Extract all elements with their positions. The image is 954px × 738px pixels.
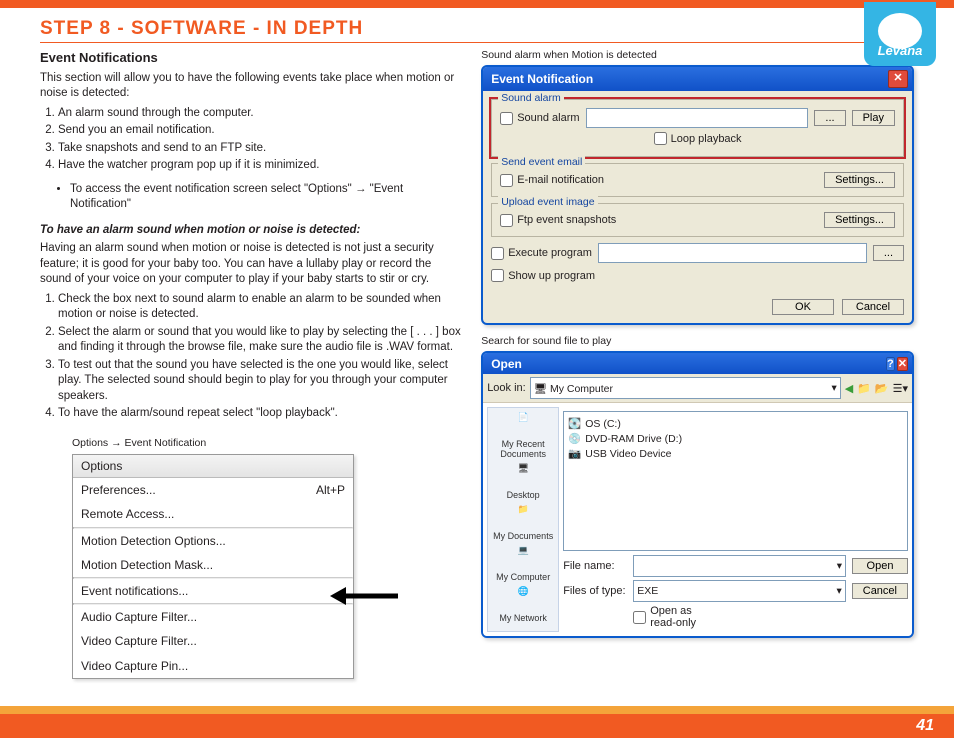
filename-label: File name: <box>563 560 627 572</box>
chevron-down-icon: ▾ <box>837 560 842 572</box>
email-settings-button[interactable]: Settings... <box>824 172 895 188</box>
file-list[interactable]: 💽OS (C:) 💿DVD-RAM Drive (D:) 📷USB Video … <box>563 411 908 551</box>
newfolder-icon[interactable]: 📂 <box>875 382 889 395</box>
list-item: An alarm sound through the computer. <box>58 106 463 122</box>
menu-item[interactable]: Remote Access... <box>73 502 353 526</box>
alarm-list: Check the box next to sound alarm to ena… <box>58 292 463 422</box>
list-item: Send you an email notification. <box>58 123 463 139</box>
execute-browse-button[interactable]: ... <box>873 245 904 261</box>
chevron-down-icon: ▾ <box>836 585 841 597</box>
alarm-heading: To have an alarm sound when motion or no… <box>40 223 463 239</box>
sound-path-input[interactable] <box>586 108 809 128</box>
list-item: Select the alarm or sound that you would… <box>58 325 463 356</box>
menu-item[interactable]: Video Capture Pin... <box>73 654 353 678</box>
chevron-down-icon: ▾ <box>831 382 836 394</box>
list-item: To test out that the sound you have sele… <box>58 358 463 405</box>
list-item: Check the box next to sound alarm to ena… <box>58 292 463 323</box>
brand-logo: Levana <box>864 2 936 66</box>
place-mynetwork[interactable]: 🌐My Network <box>499 586 547 623</box>
cancel-button[interactable]: Cancel <box>852 583 908 599</box>
execute-checkbox[interactable]: Execute program <box>491 247 592 260</box>
event-notification-dialog: Event Notification ✕ Sound alarm Sound a… <box>481 65 914 325</box>
page-footer: 41 <box>0 706 954 738</box>
file-item[interactable]: 💿DVD-RAM Drive (D:) <box>568 431 903 446</box>
page-number: 41 <box>916 717 934 735</box>
group-label: Sound alarm <box>498 92 564 104</box>
arrow-annotation <box>330 583 400 614</box>
place-recent[interactable]: 📄My Recent Documents <box>488 412 558 459</box>
dialog-title: Open <box>491 357 522 371</box>
file-item[interactable]: 💽OS (C:) <box>568 416 903 431</box>
intro-list: An alarm sound through the computer. Sen… <box>58 106 463 174</box>
alarm-para: Having an alarm sound when motion or noi… <box>40 241 463 288</box>
list-item: Take snapshots and send to an FTP site. <box>58 141 463 157</box>
menu-item-event-notifications[interactable]: Event notifications... <box>73 579 353 603</box>
showup-checkbox[interactable]: Show up program <box>491 269 595 282</box>
section-heading: Event Notifications <box>40 49 463 67</box>
group-label: Send event email <box>498 156 585 168</box>
execute-path-input[interactable] <box>598 243 867 263</box>
list-item: To have the alarm/sound repeat select "l… <box>58 406 463 422</box>
dialog1-caption: Sound alarm when Motion is detected <box>481 49 914 61</box>
page-title: STEP 8 - SOFTWARE - IN DEPTH <box>40 18 363 40</box>
group-label: Upload event image <box>498 196 597 208</box>
up-icon[interactable]: 📁 <box>857 382 871 395</box>
sound-alarm-checkbox[interactable]: Sound alarm <box>500 112 579 125</box>
cancel-button[interactable]: Cancel <box>842 299 904 315</box>
close-icon[interactable]: ✕ <box>897 357 908 371</box>
lookin-select[interactable]: 🖥 My Computer▾ <box>530 377 841 399</box>
close-icon[interactable]: ✕ <box>888 70 908 88</box>
intro-bullet: To access the event notification screen … <box>70 182 463 213</box>
dialog-title: Event Notification <box>491 72 593 86</box>
menu-item[interactable]: Preferences...Alt+P <box>73 478 353 502</box>
svg-text:Levana: Levana <box>878 43 923 58</box>
ftp-settings-button[interactable]: Settings... <box>824 212 895 228</box>
menu-item[interactable]: Audio Capture Filter... <box>73 605 353 629</box>
list-item: Have the watcher program pop up if it is… <box>58 158 463 174</box>
menu-item[interactable]: Motion Detection Mask... <box>73 553 353 577</box>
options-caption: Options → Event Notification <box>72 436 463 450</box>
place-desktop[interactable]: 🖥Desktop <box>507 463 540 500</box>
places-bar: 📄My Recent Documents 🖥Desktop 📁My Docume… <box>487 407 559 632</box>
intro-text: This section will allow you to have the … <box>40 71 463 102</box>
place-mycomputer[interactable]: 💻My Computer <box>496 545 550 582</box>
ftp-checkbox[interactable]: Ftp event snapshots <box>500 214 616 227</box>
file-item[interactable]: 📷USB Video Device <box>568 446 903 461</box>
menu-item[interactable]: Motion Detection Options... <box>73 529 353 553</box>
options-menu-title: Options <box>73 455 353 478</box>
place-mydocs[interactable]: 📁My Documents <box>493 504 553 541</box>
play-button[interactable]: Play <box>852 110 895 126</box>
options-menu: Options Preferences...Alt+P Remote Acces… <box>72 454 354 679</box>
lookin-label: Look in: <box>487 382 526 394</box>
email-checkbox[interactable]: E-mail notification <box>500 174 604 187</box>
filename-input[interactable]: ▾ <box>633 555 846 577</box>
browse-button[interactable]: ... <box>814 110 845 126</box>
open-dialog: Open ?✕ Look in: 🖥 My Computer▾ ◀ 📁 📂 ☰▾… <box>481 351 914 638</box>
back-icon[interactable]: ◀ <box>845 382 853 395</box>
ok-button[interactable]: OK <box>772 299 834 315</box>
help-icon[interactable]: ? <box>886 357 895 371</box>
readonly-checkbox[interactable]: Open as read-only <box>633 605 697 629</box>
views-icon[interactable]: ☰▾ <box>893 382 908 395</box>
dialog2-caption: Search for sound file to play <box>481 335 914 347</box>
filetype-select[interactable]: EXE▾ <box>633 580 846 602</box>
loop-checkbox[interactable]: Loop playback <box>654 132 742 145</box>
menu-item[interactable]: Video Capture Filter... <box>73 629 353 653</box>
open-button[interactable]: Open <box>852 558 908 574</box>
filetype-label: Files of type: <box>563 585 627 597</box>
